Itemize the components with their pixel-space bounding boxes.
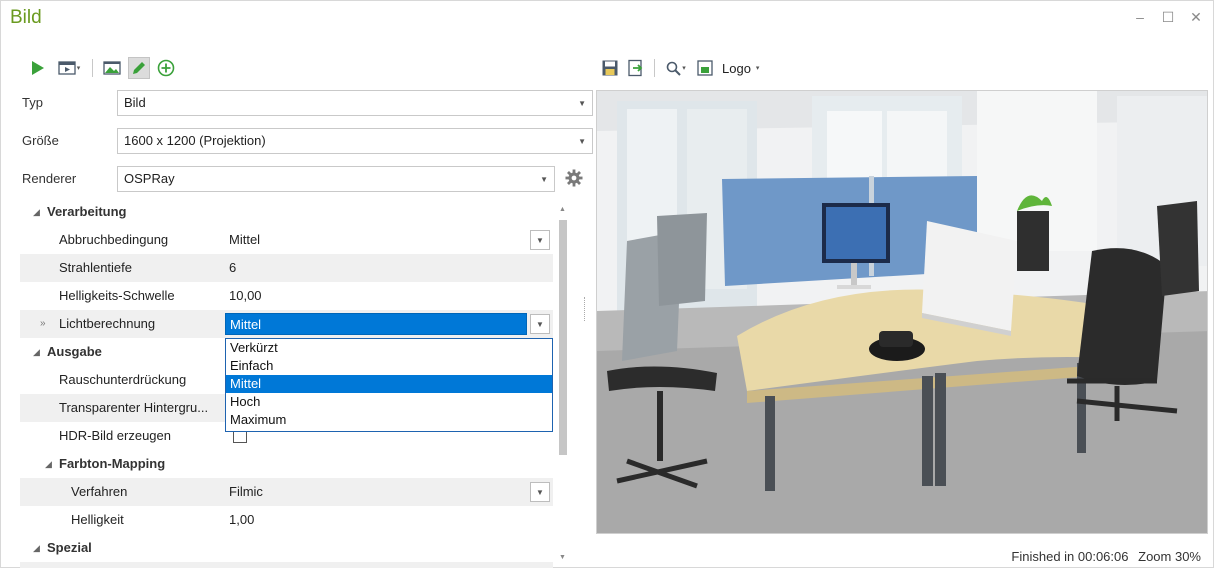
category-farbton-mapping[interactable]: ◢ Farbton-Mapping: [20, 450, 553, 478]
play-icon[interactable]: [27, 57, 49, 79]
size-row: Größe 1600 x 1200 (Projektion) ▼: [15, 128, 593, 154]
scroll-thumb[interactable]: [559, 220, 567, 455]
collapse-icon[interactable]: ◢: [45, 459, 52, 470]
lichtberechnung-dropdown-list: Verkürzt Einfach Mittel Hoch Maximum: [225, 338, 553, 432]
option-mittel[interactable]: Mittel: [226, 375, 552, 393]
panel-splitter[interactable]: [584, 297, 586, 321]
type-label: Typ: [22, 95, 43, 110]
save-icon[interactable]: [599, 57, 621, 79]
renderer-value: OSPRay: [124, 171, 175, 186]
property-row-lichtberechnung[interactable]: » Lichtberechnung Mittel ▼: [20, 310, 553, 338]
type-row: Typ Bild ▼: [15, 90, 593, 116]
maximize-button[interactable]: ☐: [1161, 9, 1175, 26]
option-einfach[interactable]: Einfach: [226, 357, 552, 375]
lichtberechnung-field[interactable]: Mittel: [225, 313, 527, 335]
gear-icon[interactable]: [564, 168, 584, 188]
renderer-select[interactable]: OSPRay ▼: [117, 166, 555, 192]
logo-icon[interactable]: [694, 57, 716, 79]
property-row[interactable]: Abbruchbedingung Mittel ▼: [20, 226, 553, 254]
left-toolbar: ▾: [27, 57, 177, 79]
add-circle-icon[interactable]: [155, 57, 177, 79]
export-icon[interactable]: [625, 57, 647, 79]
option-hoch[interactable]: Hoch: [226, 393, 552, 411]
window-controls: – ☐ ✕: [1133, 9, 1203, 26]
render-window: Bild – ☐ ✕ ▾ Typ Bild ▼ Größe 1600 x 120…: [0, 0, 1214, 568]
property-row[interactable]: Helligkeit 1,00: [20, 506, 553, 534]
chevron-down-icon: ▼: [540, 175, 548, 184]
type-select[interactable]: Bild ▼: [117, 90, 593, 116]
chevron-down-icon: ▼: [578, 99, 586, 108]
right-toolbar: ▾ Logo ▾: [599, 57, 759, 79]
property-row: [20, 562, 553, 568]
size-label: Größe: [22, 133, 59, 148]
window-title: Bild: [10, 7, 42, 28]
collapse-icon[interactable]: ◢: [33, 347, 40, 358]
toolbar-separator: [654, 59, 655, 77]
property-row[interactable]: Helligkeits-Schwelle 10,00: [20, 282, 553, 310]
option-verkuerzt[interactable]: Verkürzt: [226, 339, 552, 357]
chevron-down-icon: ▼: [578, 137, 586, 146]
dropdown-button[interactable]: ▼: [530, 314, 550, 334]
renderer-row: Renderer OSPRay ▼: [15, 166, 584, 192]
toolbar-separator: [92, 59, 93, 77]
category-spezial[interactable]: ◢ Spezial: [20, 534, 553, 562]
size-select[interactable]: 1600 x 1200 (Projektion) ▼: [117, 128, 593, 154]
scroll-up-icon[interactable]: ▲: [559, 206, 566, 213]
grid-scrollbar[interactable]: ▲ ▼: [557, 198, 569, 568]
image-icon[interactable]: [101, 57, 123, 79]
pencil-icon[interactable]: [128, 57, 150, 79]
collapse-icon[interactable]: ◢: [33, 543, 40, 554]
close-button[interactable]: ✕: [1189, 9, 1203, 26]
dropdown-button[interactable]: ▼: [530, 230, 550, 250]
zoom-status: Zoom 30%: [1138, 549, 1201, 564]
size-value: 1600 x 1200 (Projektion): [124, 133, 266, 148]
render-time-status: Finished in 00:06:06: [1011, 549, 1129, 564]
dropdown-button[interactable]: ▼: [530, 482, 550, 502]
option-maximum[interactable]: Maximum: [226, 411, 552, 429]
logo-menu-label[interactable]: Logo: [722, 61, 751, 76]
status-bar: Finished in 00:06:06 Zoom 30%: [1011, 549, 1201, 564]
collapse-icon[interactable]: ◢: [33, 207, 40, 218]
type-value: Bild: [124, 95, 146, 110]
renderer-label: Renderer: [22, 171, 77, 186]
zoom-icon[interactable]: ▾: [662, 57, 690, 79]
preview-settings-icon[interactable]: ▾: [54, 57, 84, 79]
render-preview-image: [596, 90, 1208, 534]
scroll-down-icon[interactable]: ▼: [559, 554, 566, 561]
minimize-button[interactable]: –: [1133, 9, 1147, 26]
property-row[interactable]: Verfahren Filmic ▼: [20, 478, 553, 506]
property-row[interactable]: Strahlentiefe 6: [20, 254, 553, 282]
category-verarbeitung[interactable]: ◢ Verarbeitung: [20, 198, 553, 226]
chevron-down-icon[interactable]: ▾: [756, 64, 760, 72]
